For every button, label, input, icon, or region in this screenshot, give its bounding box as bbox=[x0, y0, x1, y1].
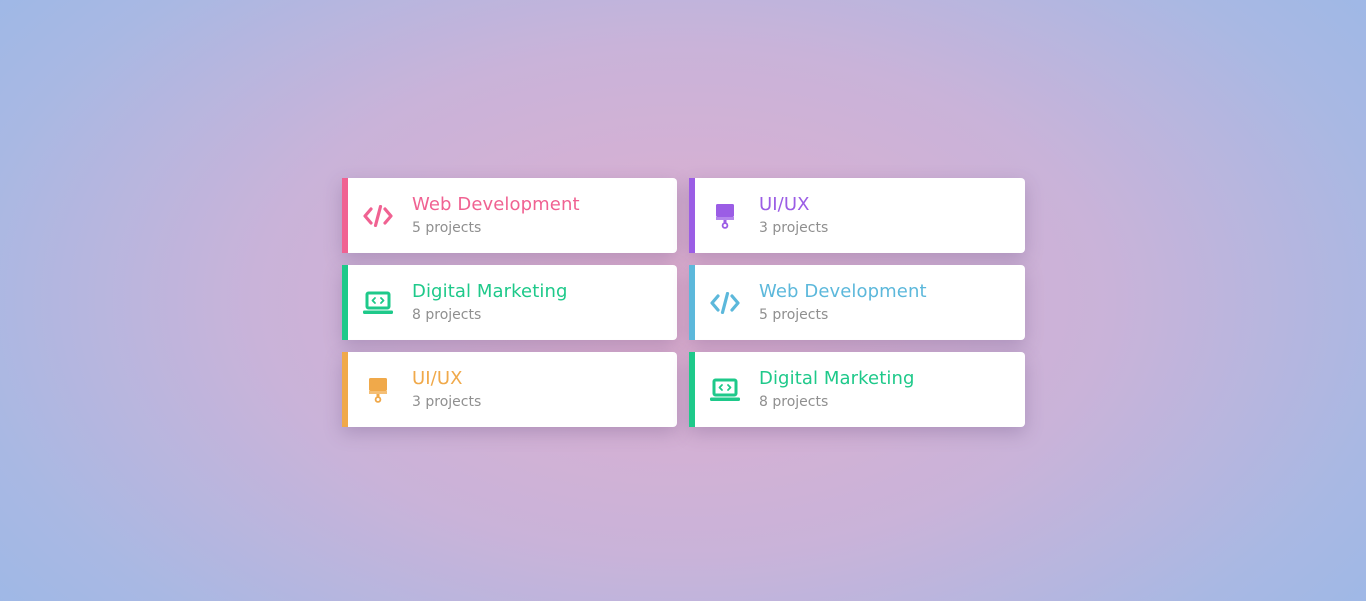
card-title: UI/UX bbox=[759, 194, 810, 215]
card-title: Digital Marketing bbox=[759, 368, 915, 389]
card-project-count: 5 projects bbox=[412, 220, 482, 236]
category-card-grid: Web Development 5 projects UI/UX 3 proje… bbox=[342, 178, 1025, 427]
code-icon bbox=[709, 287, 741, 319]
laptop-code-icon bbox=[709, 374, 741, 406]
card-title: Web Development bbox=[412, 194, 580, 215]
card-title: Digital Marketing bbox=[412, 281, 568, 302]
card-project-count: 3 projects bbox=[759, 220, 829, 236]
card-project-count: 3 projects bbox=[412, 394, 482, 410]
card-title: Web Development bbox=[759, 281, 927, 302]
category-card-digital-marketing[interactable]: Digital Marketing 8 projects bbox=[342, 265, 677, 340]
paint-brush-icon bbox=[709, 200, 741, 232]
card-project-count: 8 projects bbox=[412, 307, 482, 323]
category-card-ui-ux[interactable]: UI/UX 3 projects bbox=[689, 178, 1025, 253]
category-card-ui-ux[interactable]: UI/UX 3 projects bbox=[342, 352, 677, 427]
laptop-code-icon bbox=[362, 287, 394, 319]
card-project-count: 8 projects bbox=[759, 394, 829, 410]
paint-brush-icon bbox=[362, 374, 394, 406]
category-card-digital-marketing[interactable]: Digital Marketing 8 projects bbox=[689, 352, 1025, 427]
card-project-count: 5 projects bbox=[759, 307, 829, 323]
card-title: UI/UX bbox=[412, 368, 463, 389]
category-card-web-development[interactable]: Web Development 5 projects bbox=[689, 265, 1025, 340]
code-icon bbox=[362, 200, 394, 232]
category-card-web-development[interactable]: Web Development 5 projects bbox=[342, 178, 677, 253]
